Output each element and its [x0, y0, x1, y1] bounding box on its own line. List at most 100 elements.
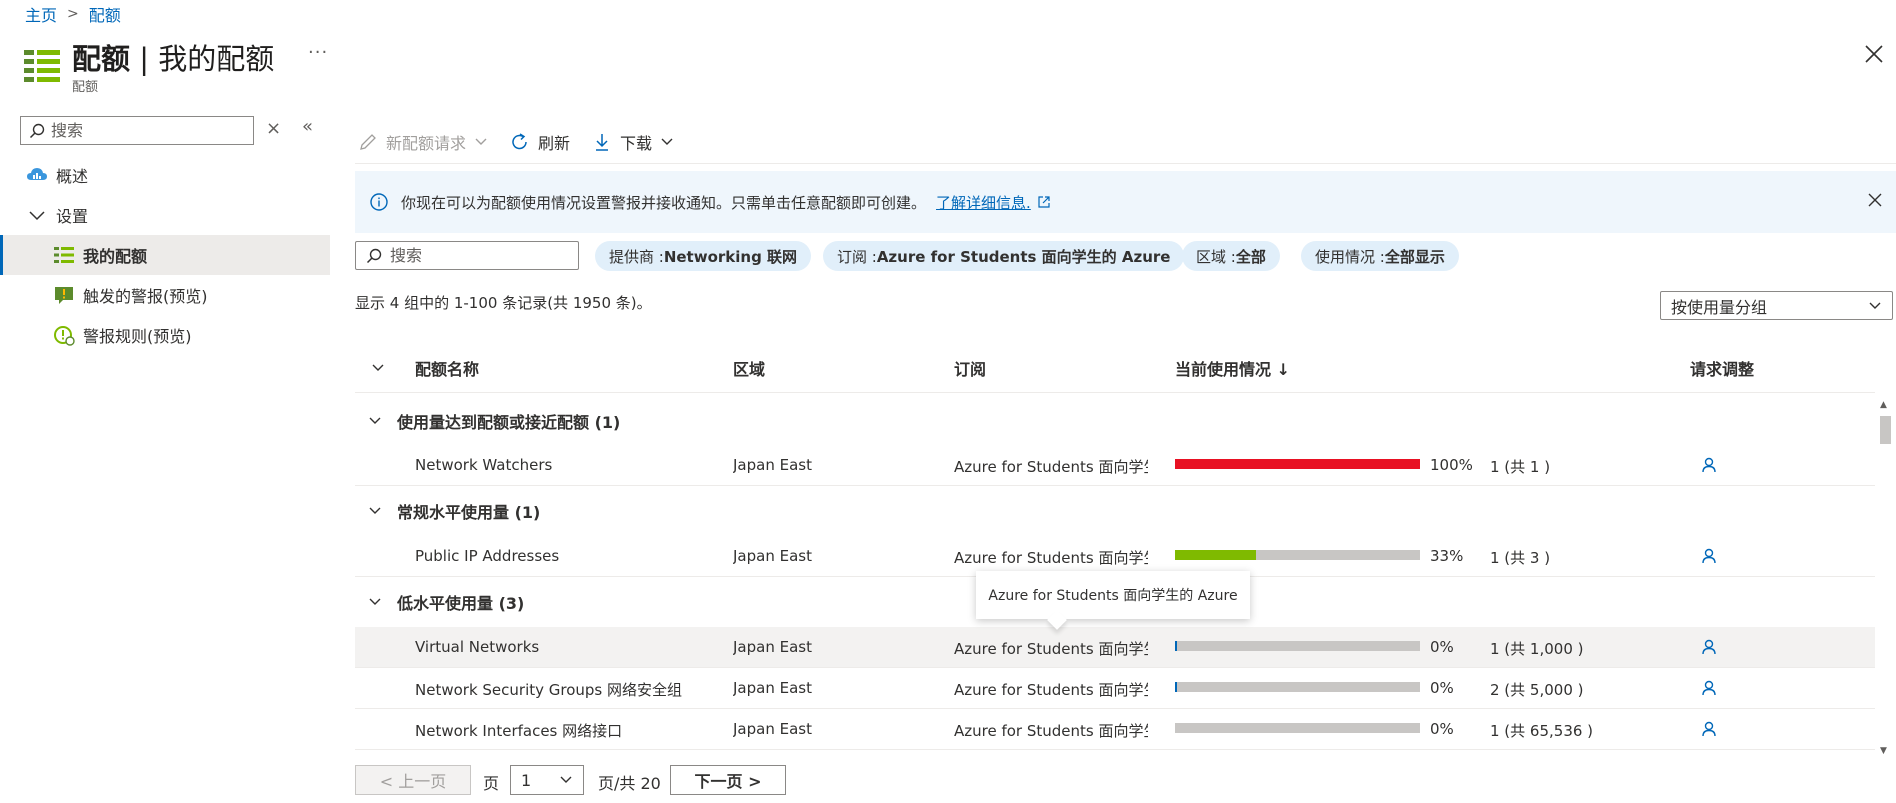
table-row[interactable]: Network Interfaces 网络接口 Japan East Azure… — [355, 709, 1875, 750]
nav-item-label: 触发的警报(预览) — [83, 287, 208, 306]
chevron-down-icon — [369, 417, 381, 424]
usage-count: 1 (共 65,536 ) — [1490, 722, 1594, 740]
usage-count: 1 (共 1 ) — [1490, 458, 1551, 476]
breadcrumb-current-link[interactable]: 配额 — [89, 2, 121, 26]
scroll-up-arrow-icon[interactable]: ▲ — [1880, 400, 1887, 410]
nav-item-label: 我的配额 — [83, 247, 148, 266]
collapse-all-chevron-icon[interactable] — [370, 360, 386, 376]
usage-count: 1 (共 3 ) — [1490, 549, 1551, 567]
nav-item-my-quotas[interactable]: 我的配额 — [0, 235, 330, 275]
search-icon — [366, 248, 382, 263]
group-label: 低水平使用量 (3) — [397, 594, 525, 613]
records-summary: 显示 4 组中的 1-100 条记录(共 1950 条)。 — [355, 294, 652, 312]
download-button[interactable]: 下载 — [592, 130, 674, 154]
region-filter-label: 区域 : — [1196, 247, 1236, 266]
nav-item-label: 设置 — [56, 207, 89, 226]
nav-item-alert-rules[interactable]: 警报规则(预览) — [0, 315, 330, 355]
page-number-value: 1 — [521, 770, 532, 790]
column-header-usage[interactable]: 当前使用情况 ↓ — [1175, 356, 1290, 380]
usage-count: 2 (共 5,000 ) — [1490, 681, 1584, 699]
usage-bar — [1175, 641, 1420, 651]
filter-search-box[interactable] — [355, 241, 579, 270]
more-options-button[interactable]: ··· — [308, 42, 328, 63]
subscription-cell: Azure for Students 面向学生的 Azure — [954, 458, 1148, 476]
nav-item-overview[interactable]: 概述 — [0, 155, 330, 195]
request-adjustment-icon[interactable] — [1700, 638, 1718, 656]
nav-item-fired-alerts[interactable]: 触发的警报(预览) — [0, 275, 330, 315]
nav-search-input[interactable] — [51, 121, 241, 140]
request-adjustment-icon[interactable] — [1700, 679, 1718, 697]
request-adjustment-icon[interactable] — [1700, 547, 1718, 565]
provider-filter-label: 提供商 : — [609, 247, 664, 266]
column-header-request[interactable]: 请求调整 — [1690, 356, 1754, 380]
region-filter-value: 全部 — [1235, 247, 1266, 266]
region-cell: Japan East — [733, 547, 812, 565]
subscription-filter-label: 订阅 : — [837, 247, 877, 266]
alert-icon — [55, 287, 73, 304]
close-icon[interactable] — [1862, 42, 1886, 66]
provider-filter-value: Networking 联网 — [663, 247, 798, 266]
column-header-name[interactable]: 配额名称 — [415, 356, 479, 380]
usage-filter-pill[interactable]: 使用情况 : 全部显示 — [1301, 241, 1459, 271]
nav-item-label: 警报规则(预览) — [83, 327, 192, 346]
subscription-cell: Azure for Students 面向学生的 Azure — [954, 681, 1148, 699]
group-label: 使用量达到配额或接近配额 (1) — [397, 413, 621, 432]
region-cell: Japan East — [733, 456, 812, 474]
request-adjustment-icon[interactable] — [1700, 456, 1718, 474]
page-label: 页 — [483, 774, 500, 793]
quota-icon — [24, 50, 60, 82]
table-row[interactable]: Virtual Networks Japan East Azure for St… — [355, 627, 1875, 668]
toolbar-divider — [355, 163, 1896, 164]
grid-header-divider — [355, 392, 1875, 393]
subscription-cell: Azure for Students 面向学生的 Azure — [954, 722, 1148, 740]
usage-bar — [1175, 459, 1420, 469]
usage-percent: 33% — [1430, 547, 1464, 565]
group-label: 常规水平使用量 (1) — [397, 503, 541, 522]
usage-filter-label: 使用情况 : — [1315, 247, 1385, 266]
previous-page-button[interactable]: < 上一页 — [355, 765, 471, 795]
page-number-dropdown[interactable]: 1 — [510, 765, 584, 795]
subscription-filter-pill[interactable]: 订阅 : Azure for Students 面向学生的 Azure — [823, 241, 1185, 271]
nav-item-settings[interactable]: 设置 — [0, 195, 330, 235]
learn-more-link[interactable]: 了解详细信息. — [936, 192, 1031, 213]
usage-bar — [1175, 682, 1420, 692]
cloud-icon — [27, 168, 47, 180]
external-link-icon — [1038, 196, 1050, 208]
breadcrumb-home-link[interactable]: 主页 — [25, 2, 57, 26]
request-adjustment-icon[interactable] — [1700, 720, 1718, 738]
scroll-thumb[interactable] — [1880, 416, 1891, 444]
scroll-down-arrow-icon[interactable]: ▼ — [1880, 746, 1887, 756]
refresh-button[interactable]: 刷新 — [510, 130, 570, 154]
subscription-tooltip: Azure for Students 面向学生的 Azure — [976, 571, 1250, 619]
region-cell: Japan East — [733, 679, 812, 697]
table-row[interactable]: Network Watchers Japan East Azure for St… — [355, 445, 1875, 486]
group-header-near-quota[interactable]: 使用量达到配额或接近配额 (1) — [355, 401, 1875, 441]
info-banner: 你现在可以为配额使用情况设置警报并接收通知。只需单击任意配额即可创建。 了解详细… — [355, 171, 1896, 233]
column-header-subscription[interactable]: 订阅 — [954, 356, 986, 380]
grid-scrollbar[interactable] — [1876, 398, 1893, 760]
collapse-nav-icon[interactable]: « — [302, 116, 313, 137]
clear-search-icon[interactable]: × — [266, 118, 281, 139]
new-quota-request-button[interactable]: 新配额请求 — [358, 130, 488, 154]
command-bar: 新配额请求 刷新 下载 — [358, 128, 696, 156]
quota-name-cell: Public IP Addresses — [415, 547, 560, 565]
group-header-regular-usage[interactable]: 常规水平使用量 (1) — [355, 491, 1875, 531]
next-page-button[interactable]: 下一页 > — [670, 765, 786, 795]
download-label: 下载 — [620, 134, 653, 153]
region-cell: Japan East — [733, 720, 812, 738]
new-quota-request-label: 新配额请求 — [386, 134, 467, 153]
group-by-dropdown[interactable]: 按使用量分组 — [1660, 291, 1893, 320]
quota-name-cell: Network Watchers — [415, 456, 553, 474]
provider-filter-pill[interactable]: 提供商 : Networking 联网 — [595, 241, 812, 271]
breadcrumb-separator: > — [67, 6, 79, 22]
column-header-region[interactable]: 区域 — [733, 356, 765, 380]
filter-search-input[interactable] — [390, 246, 560, 265]
nav-item-label: 概述 — [56, 167, 89, 186]
table-row[interactable]: Network Security Groups 网络安全组 Japan East… — [355, 668, 1875, 709]
region-cell: Japan East — [733, 638, 812, 656]
region-filter-pill[interactable]: 区域 : 全部 — [1182, 241, 1280, 271]
close-icon[interactable] — [1864, 189, 1886, 211]
nav-search-box[interactable] — [20, 116, 254, 145]
usage-filter-value: 全部显示 — [1384, 247, 1445, 266]
search-icon — [29, 123, 45, 138]
